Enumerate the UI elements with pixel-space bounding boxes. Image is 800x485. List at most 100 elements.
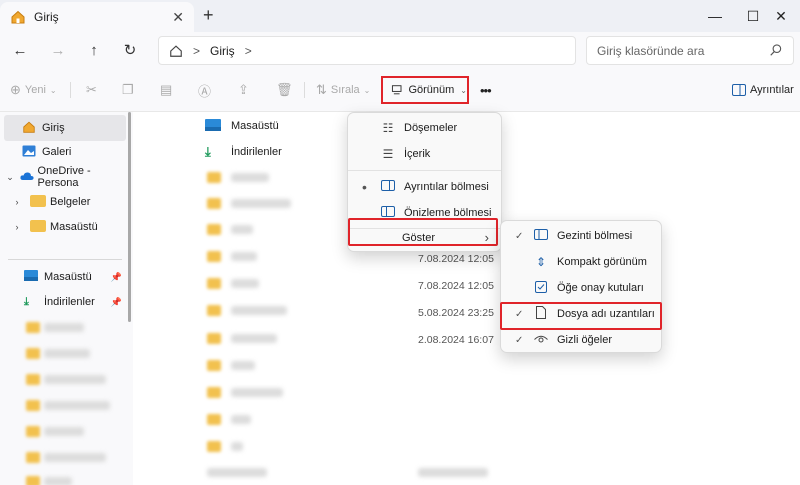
folder-icon [30, 219, 50, 235]
gallery-icon [22, 145, 42, 160]
checkbox-icon [533, 280, 549, 296]
rename-button[interactable]: Ⓐ [198, 80, 215, 100]
clipboard-icon: ▤ [160, 82, 173, 97]
sidebar-item-home[interactable]: Giriş [4, 115, 126, 141]
show-submenu: ✓ Gezinti bölmesi ⇕ Kompakt görünüm Öğe … [500, 220, 662, 353]
up-button[interactable]: ↑ [84, 40, 104, 60]
menu-item-hidden-items[interactable]: ✓ Gizli öğeler [505, 327, 657, 353]
menu-item-label: Döşemeler [404, 122, 458, 134]
menu-item-navigation-pane[interactable]: ✓ Gezinti bölmesi [505, 223, 657, 249]
sidebar-item-label: İndirilenler [44, 296, 95, 308]
menu-item-content[interactable]: ☰ İçerik [352, 141, 497, 167]
cloud-icon [20, 171, 37, 184]
menu-item-label: Gizli öğeler [557, 334, 613, 346]
details-pane-icon [380, 180, 396, 194]
title-bar: Giriş ✕ + — ☐ ✕ [0, 0, 800, 32]
chevron-right-icon[interactable]: › [10, 222, 24, 232]
sort-button[interactable]: ⇅ Sırala ⌄ [316, 80, 370, 100]
file-name: İndirilenler [231, 146, 282, 158]
sidebar-item-documents[interactable]: › Belgeler [0, 189, 122, 215]
menu-item-compact-view[interactable]: ⇕ Kompakt görünüm [505, 249, 657, 275]
tiles-icon: ☷ [382, 121, 394, 135]
navigation-pane-icon [533, 229, 549, 243]
tab-close-button[interactable]: ✕ [172, 9, 184, 26]
menu-item-label: Kompakt görünüm [557, 256, 647, 268]
details-button[interactable]: Ayrıntılar [732, 80, 794, 100]
chevron-down-icon: ⌄ [49, 85, 57, 95]
pin-icon[interactable]: 📌 [111, 272, 122, 283]
new-button[interactable]: ⊕ Yeni ⌄ [10, 80, 57, 100]
more-options-button[interactable]: ••• [480, 80, 492, 100]
desktop-icon [205, 118, 221, 134]
content-icon: ☰ [382, 147, 394, 161]
sort-icon: ⇅ [316, 82, 327, 97]
rename-icon: Ⓐ [198, 83, 212, 99]
sidebar-item-label: Masaüstü [44, 271, 92, 283]
search-input[interactable]: Giriş klasöründe ara [586, 36, 794, 65]
view-icon [391, 85, 402, 95]
cut-button[interactable]: ✂ [86, 80, 101, 100]
delete-button[interactable]: 🗑 [276, 80, 297, 100]
sidebar-item-label: Galeri [42, 146, 72, 158]
sidebar-item-label: Belgeler [50, 196, 91, 208]
breadcrumb[interactable]: Giriş [210, 44, 235, 58]
paste-button[interactable]: ▤ [160, 80, 176, 100]
navigation-pane: Giriş Galeri ⌄ OneDrive - Persona › Belg… [0, 112, 133, 485]
pin-icon[interactable]: 📌 [111, 297, 122, 308]
forward-button[interactable]: → [48, 40, 68, 60]
trash-icon: 🗑 [276, 82, 293, 97]
share-button[interactable]: ⇪ [238, 80, 253, 100]
sidebar-item-label: Giriş [42, 122, 65, 134]
sidebar-item-downloads[interactable]: ⤓ İndirilenler 📌 [0, 289, 122, 315]
check-icon: ✓ [515, 334, 524, 346]
refresh-button[interactable]: ↻ [120, 40, 140, 60]
sidebar-item-label: Masaüstü [50, 221, 98, 233]
close-button[interactable]: ✕ [758, 0, 800, 32]
home-icon [22, 120, 42, 137]
home-icon [11, 10, 25, 24]
menu-item-label: Öğe onay kutuları [557, 282, 644, 294]
details-label: Ayrıntılar [750, 84, 794, 96]
list-item[interactable]: ⤓ İndirilenler [205, 139, 282, 165]
new-tab-button[interactable]: + [203, 5, 214, 26]
menu-divider [348, 170, 501, 171]
sidebar-item-gallery[interactable]: Galeri [0, 139, 122, 165]
download-icon: ⤓ [24, 295, 29, 308]
menu-item-label: Gezinti bölmesi [557, 230, 633, 242]
file-date: 7.08.2024 12:05 [418, 280, 494, 292]
file-date: 2.08.2024 16:07 [418, 334, 494, 346]
folder-icon [30, 194, 50, 210]
sidebar-scrollbar[interactable] [128, 112, 131, 322]
view-button[interactable]: Görünüm ⌄ [381, 76, 469, 104]
search-placeholder: Giriş klasöründe ara [597, 43, 705, 58]
sidebar-divider [8, 259, 122, 260]
file-extensions-highlight-box [500, 302, 662, 330]
share-icon: ⇪ [238, 82, 249, 97]
menu-item-item-checkboxes[interactable]: Öğe onay kutuları [505, 275, 657, 301]
chevron-down-icon[interactable]: ⌄ [4, 172, 16, 183]
tab-home[interactable]: Giriş ✕ [0, 2, 194, 32]
search-icon [770, 44, 782, 56]
back-button[interactable]: ← [10, 40, 30, 60]
sidebar-item-desktop-onedrive[interactable]: › Masaüstü [0, 214, 122, 240]
download-icon: ⤓ [205, 144, 211, 159]
sidebar-item-onedrive[interactable]: ⌄ OneDrive - Persona [0, 164, 122, 190]
breadcrumb-separator[interactable]: > [245, 44, 252, 58]
navigation-bar: ← → ↑ ↻ > Giriş > Giriş klasöründe ara [0, 32, 800, 68]
sidebar-item-label: OneDrive - Persona [37, 165, 91, 189]
menu-item-details-pane[interactable]: • Ayrıntılar bölmesi [352, 174, 497, 200]
tab-title: Giriş [34, 10, 59, 24]
new-label: Yeni [24, 84, 46, 96]
compact-view-icon: ⇕ [535, 255, 547, 269]
file-date: 7.08.2024 12:05 [418, 253, 494, 265]
home-icon [170, 44, 182, 57]
details-pane-icon [732, 84, 746, 96]
chevron-right-icon[interactable]: › [10, 197, 24, 207]
copy-button[interactable]: ❐ [122, 80, 138, 100]
menu-item-tiles[interactable]: ☷ Döşemeler [352, 115, 497, 141]
list-item[interactable]: Masaüstü [205, 113, 279, 139]
chevron-down-icon: ⌄ [460, 85, 467, 95]
sidebar-item-desktop[interactable]: Masaüstü 📌 [0, 264, 122, 290]
address-bar[interactable]: > Giriş > [158, 36, 576, 65]
menu-item-label: İçerik [404, 148, 431, 160]
